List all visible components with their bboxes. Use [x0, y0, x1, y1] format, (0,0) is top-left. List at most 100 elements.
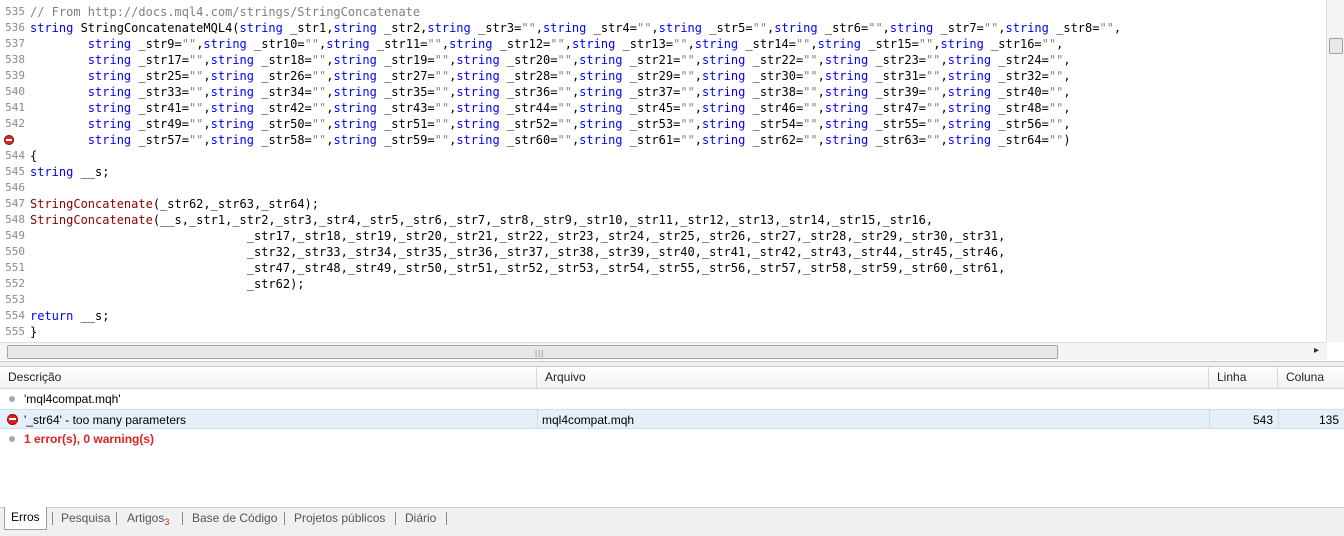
code-token: , [817, 133, 825, 147]
code-token: string [658, 21, 703, 35]
column-header-column[interactable]: Coluna [1278, 367, 1344, 388]
horizontal-scroll-thumb[interactable]: ||| [7, 345, 1058, 359]
code-text: _str47,_str48,_str49,_str50,_str51,_str5… [30, 260, 1006, 276]
code-token: string [702, 117, 746, 131]
row-description: '_str64' - too many parameters [24, 413, 186, 427]
code-token: _str32,_str33,_str34,_str35,_str36,_str3… [30, 245, 1006, 259]
code-token: _str45= [622, 101, 681, 115]
tab-projetos-publicos[interactable]: Projetos públicos [288, 508, 391, 528]
horizontal-scrollbar[interactable]: ||| ▸ [0, 342, 1327, 360]
summary-row: 1 error(s), 0 warning(s) [0, 429, 1344, 449]
tab-separator [395, 512, 396, 525]
code-token: _str38= [745, 85, 804, 99]
tab-erros[interactable]: Erros [4, 507, 47, 530]
table-row[interactable]: '_str64' - too many parameters mql4compa… [0, 409, 1344, 429]
vertical-scroll-thumb[interactable] [1329, 38, 1343, 54]
code-token: "" [803, 53, 818, 67]
code-token: , [535, 21, 544, 35]
code-token: _str24= [991, 53, 1049, 67]
line-number: 538 [5, 53, 25, 66]
code-token: "" [550, 37, 565, 51]
tab-separator [116, 512, 117, 525]
code-token: StringConcatenateMQL4( [73, 21, 240, 35]
code-token: "" [311, 101, 327, 115]
code-token: "" [680, 53, 695, 67]
code-token: "" [803, 133, 818, 147]
code-token: string [427, 21, 471, 35]
code-token: string [947, 117, 992, 131]
code-area[interactable]: 535 // From http://docs.mql4.com/strings/… [0, 4, 1322, 340]
code-token: , [1063, 85, 1071, 99]
code-token: "" [1048, 69, 1064, 83]
column-header-file[interactable]: Arquivo [537, 367, 1209, 388]
tab-pesquisa[interactable]: Pesquisa [55, 508, 116, 528]
code-token: _str58= [254, 133, 312, 147]
code-token: _str35= [376, 85, 435, 99]
scroll-right-icon[interactable]: ▸ [1314, 345, 1319, 356]
code-token: _str30= [745, 69, 804, 83]
line-number: 548 [5, 213, 25, 226]
line-number: 536 [5, 21, 25, 34]
code-token: "" [188, 53, 204, 67]
code-token: string [702, 133, 746, 147]
code-token: "" [311, 117, 327, 131]
line-number: 539 [5, 69, 25, 82]
code-token: "" [188, 117, 204, 131]
code-token: StringConcatenate [30, 197, 153, 211]
column-header-line[interactable]: Linha [1209, 367, 1278, 388]
code-token: string [333, 53, 377, 67]
code-token: "" [1048, 117, 1064, 131]
error-icon [7, 414, 18, 425]
code-token: , [940, 53, 948, 67]
code-text: StringConcatenate(_str62,_str63,_str64); [30, 196, 319, 212]
code-token: string [579, 101, 623, 115]
tab-artigos[interactable]: Artigos3 [121, 508, 175, 528]
tab-base-de-codigo[interactable]: Base de Código [186, 508, 283, 528]
code-text: string _str25="",string _str26="",string… [30, 68, 1071, 84]
code-text: string __s; [30, 164, 109, 180]
code-token: string [543, 21, 587, 35]
code-token: , [687, 37, 695, 51]
code-token: string [824, 117, 869, 131]
code-token: _str32= [991, 69, 1049, 83]
code-token: "" [803, 69, 818, 83]
code-token: _str42= [254, 101, 312, 115]
code-token: "" [311, 53, 327, 67]
code-token: "" [803, 117, 818, 131]
code-token: "" [311, 133, 327, 147]
errors-panel: Descrição Arquivo Linha Coluna 'mql4comp… [0, 366, 1344, 508]
code-token: string [702, 53, 746, 67]
code-token: string [456, 69, 500, 83]
column-header-description[interactable]: Descrição [0, 367, 537, 388]
table-row[interactable]: 'mql4compat.mqh' [0, 389, 1344, 409]
code-token: , [694, 133, 703, 147]
code-editor[interactable]: 535 // From http://docs.mql4.com/strings/… [0, 0, 1344, 362]
code-token: _str56= [991, 117, 1049, 131]
row-file: mql4compat.mqh [537, 410, 1209, 428]
vertical-scrollbar[interactable] [1326, 0, 1344, 342]
code-token: string [87, 133, 132, 147]
code-token: string [326, 37, 370, 51]
code-token: , [651, 21, 659, 35]
code-token: "" [434, 117, 450, 131]
code-token: string [456, 85, 500, 99]
line-number: 547 [5, 197, 25, 210]
code-token: "" [926, 85, 941, 99]
code-text: return __s; [30, 308, 109, 324]
code-token: _str9= [131, 37, 182, 51]
code-token: _str60= [499, 133, 558, 147]
code-token: _str21= [622, 53, 681, 67]
row-line: 543 [1209, 410, 1278, 428]
error-marker-icon[interactable] [4, 135, 14, 145]
code-token: StringConcatenate [30, 213, 153, 227]
code-token: "" [926, 117, 941, 131]
code-token: _str22= [745, 53, 804, 67]
tab-diario[interactable]: Diário [399, 508, 442, 528]
code-token: string [824, 85, 869, 99]
code-token: _str37= [622, 85, 681, 99]
code-token: _str17= [131, 53, 189, 67]
line-number: 553 [5, 293, 25, 306]
